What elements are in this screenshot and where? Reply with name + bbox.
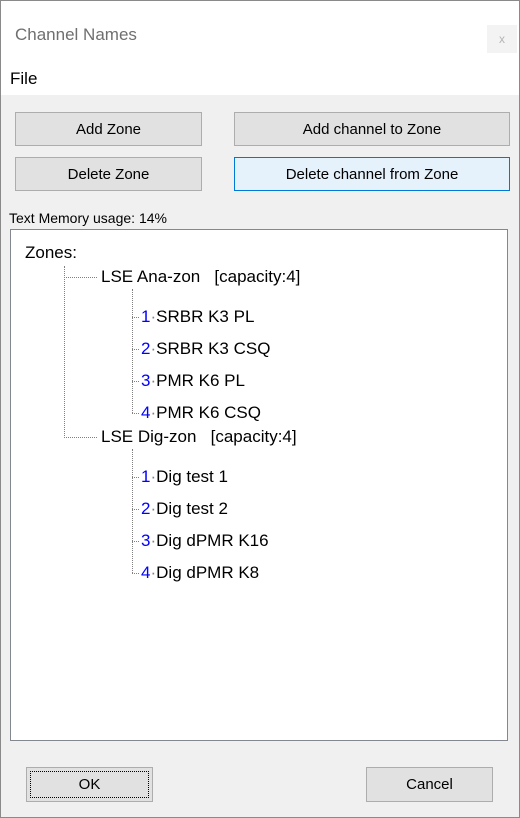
tree-connector (132, 289, 133, 413)
channel-name: SRBR K3 PL (156, 307, 255, 326)
focus-rectangle (30, 771, 149, 798)
tree-connector (132, 541, 139, 542)
tree-zone-lse-dig-zon[interactable]: LSE Dig-zon [capacity:4] (101, 427, 297, 447)
memory-usage-label: Text Memory usage: 14% (9, 210, 167, 226)
tree-channel-item[interactable]: 1·Dig test 1 (141, 467, 228, 487)
tree-connector (132, 449, 133, 573)
tree-channel-item[interactable]: 3·PMR K6 PL (141, 371, 245, 391)
zones-tree[interactable]: Zones: LSE Ana-zon [capacity:4] 1·SRBR K… (10, 229, 508, 741)
ok-button[interactable]: OK (26, 767, 153, 802)
tree-connector (64, 437, 97, 438)
tree-connector (132, 509, 139, 510)
tree-connector (132, 573, 139, 574)
tree-connector (64, 266, 65, 438)
title-bar: Channel Names x (1, 1, 519, 61)
tree-connector (132, 349, 139, 350)
add-zone-button[interactable]: Add Zone (15, 112, 202, 146)
tree-channel-item[interactable]: 1·SRBR K3 PL (141, 307, 254, 327)
tree-connector (132, 477, 139, 478)
cancel-button[interactable]: Cancel (366, 767, 493, 802)
add-channel-to-zone-button[interactable]: Add channel to Zone (234, 112, 510, 146)
channel-name: Dig dPMR K8 (156, 563, 260, 582)
tree-connector (132, 381, 139, 382)
delete-channel-from-zone-button[interactable]: Delete channel from Zone (234, 157, 510, 191)
channel-name: Dig test 2 (156, 499, 228, 518)
tree-root-zones[interactable]: Zones: (25, 243, 77, 263)
channel-name: Dig dPMR K16 (156, 531, 269, 550)
menu-bar: File (1, 61, 519, 95)
channel-name: PMR K6 PL (156, 371, 245, 390)
tree-channel-item[interactable]: 3·Dig dPMR K16 (141, 531, 269, 551)
tree-zone-lse-ana-zon[interactable]: LSE Ana-zon [capacity:4] (101, 267, 300, 287)
channel-name: SRBR K3 CSQ (156, 339, 271, 358)
tree-channel-item[interactable]: 2·Dig test 2 (141, 499, 228, 519)
channel-name: Dig test 1 (156, 467, 228, 486)
tree-connector (64, 277, 97, 278)
menu-file[interactable]: File (10, 69, 37, 89)
tree-channel-item[interactable]: 4·Dig dPMR K8 (141, 563, 259, 583)
window-title: Channel Names (15, 25, 137, 44)
channel-name: PMR K6 CSQ (156, 403, 261, 422)
tree-connector (132, 317, 139, 318)
tree-channel-item[interactable]: 2·SRBR K3 CSQ (141, 339, 270, 359)
delete-zone-button[interactable]: Delete Zone (15, 157, 202, 191)
channel-names-window: Channel Names x File Add Zone Add channe… (0, 0, 520, 818)
tree-channel-item[interactable]: 4·PMR K6 CSQ (141, 403, 261, 423)
tree-connector (132, 413, 139, 414)
close-button[interactable]: x (487, 25, 517, 53)
